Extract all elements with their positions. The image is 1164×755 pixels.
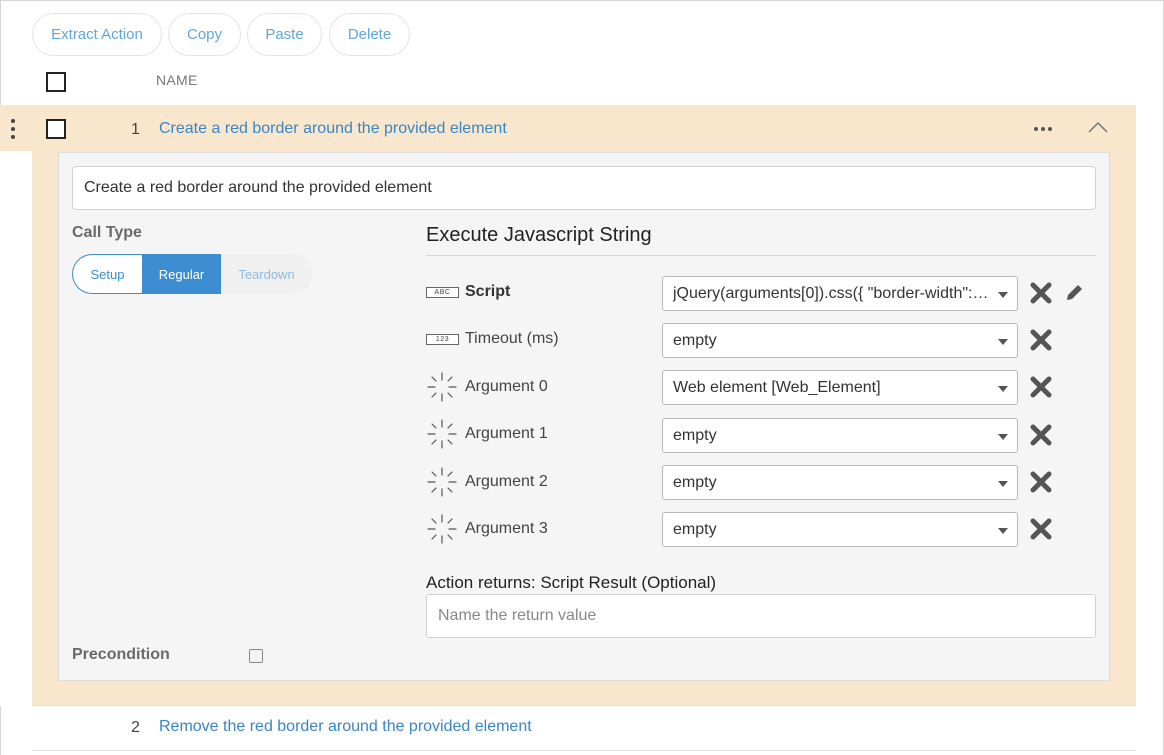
clear-icon[interactable] [1030, 471, 1052, 493]
precondition-label: Precondition [72, 646, 170, 663]
action-title: Execute Javascript String [426, 224, 652, 246]
argument-3-value: empty [673, 520, 717, 538]
timeout-value: empty [673, 331, 717, 349]
dropdown-arrow-icon [998, 386, 1008, 392]
argument-2-select[interactable]: empty [662, 465, 1018, 500]
copy-button[interactable]: Copy [168, 13, 241, 56]
column-header-name: NAME [156, 72, 198, 88]
call-type-regular[interactable]: Regular [142, 254, 221, 294]
row-divider [32, 750, 1136, 751]
clear-icon[interactable] [1030, 376, 1052, 398]
call-type-setup[interactable]: Setup [72, 254, 142, 294]
dropdown-arrow-icon [998, 292, 1008, 298]
pencil-icon[interactable] [1063, 282, 1085, 304]
timeout-select[interactable]: empty [662, 323, 1018, 358]
row-checkbox[interactable] [46, 119, 66, 139]
row-number: 1 [131, 121, 140, 138]
delete-button[interactable]: Delete [329, 13, 410, 56]
dropdown-arrow-icon [998, 434, 1008, 440]
number-type-icon: 123 [426, 334, 459, 345]
clear-icon[interactable] [1030, 329, 1052, 351]
row-name-link[interactable]: Create a red border around the provided … [159, 120, 507, 138]
any-type-icon [427, 372, 457, 402]
clear-icon[interactable] [1030, 282, 1052, 304]
argument-0-value: Web element [Web_Element] [673, 378, 881, 396]
argument-3-select[interactable]: empty [662, 512, 1018, 547]
precondition-checkbox[interactable] [249, 649, 263, 663]
any-type-icon [427, 514, 457, 544]
row-left-gutter [0, 151, 32, 706]
returns-label: Action returns: Script Result (Optional) [426, 573, 717, 592]
param-label-argument-0: Argument 0 [465, 378, 548, 395]
dropdown-arrow-icon [998, 339, 1008, 345]
dropdown-arrow-icon [998, 481, 1008, 487]
argument-2-value: empty [673, 473, 717, 491]
row-number: 2 [131, 719, 140, 736]
script-value: jQuery(arguments[0]).css({ "border-width… [673, 284, 989, 302]
row-divider [32, 705, 1136, 706]
row-name-link[interactable]: Remove the red border around the provide… [159, 718, 532, 736]
param-label-argument-2: Argument 2 [465, 473, 548, 490]
extract-action-button[interactable]: Extract Action [32, 13, 162, 56]
param-label-argument-3: Argument 3 [465, 520, 548, 537]
call-type-teardown[interactable]: Teardown [221, 254, 312, 294]
more-options-icon[interactable] [1034, 127, 1052, 131]
argument-0-select[interactable]: Web element [Web_Element] [662, 370, 1018, 405]
param-label-script: Script [465, 283, 511, 300]
script-select[interactable]: jQuery(arguments[0]).css({ "border-width… [662, 276, 1018, 311]
dropdown-arrow-icon [998, 528, 1008, 534]
description-input[interactable]: Create a red border around the provided … [72, 166, 1096, 210]
param-label-argument-1: Argument 1 [465, 425, 548, 442]
abc-type-icon: ABC [426, 287, 459, 298]
chevron-up-icon[interactable] [1088, 121, 1108, 133]
argument-1-value: empty [673, 426, 717, 444]
any-type-icon [427, 467, 457, 497]
param-label-timeout: Timeout (ms) [465, 330, 559, 347]
return-value-input[interactable]: Name the return value [426, 594, 1096, 638]
clear-icon[interactable] [1030, 424, 1052, 446]
argument-1-select[interactable]: empty [662, 418, 1018, 453]
paste-button[interactable]: Paste [247, 13, 322, 56]
drag-handle-icon[interactable] [10, 119, 16, 139]
any-type-icon [427, 419, 457, 449]
call-type-segmented-control: Setup Regular Teardown [72, 254, 312, 294]
select-all-checkbox[interactable] [46, 72, 66, 92]
call-type-label: Call Type [72, 224, 142, 241]
divider [426, 255, 1096, 256]
clear-icon[interactable] [1030, 518, 1052, 540]
